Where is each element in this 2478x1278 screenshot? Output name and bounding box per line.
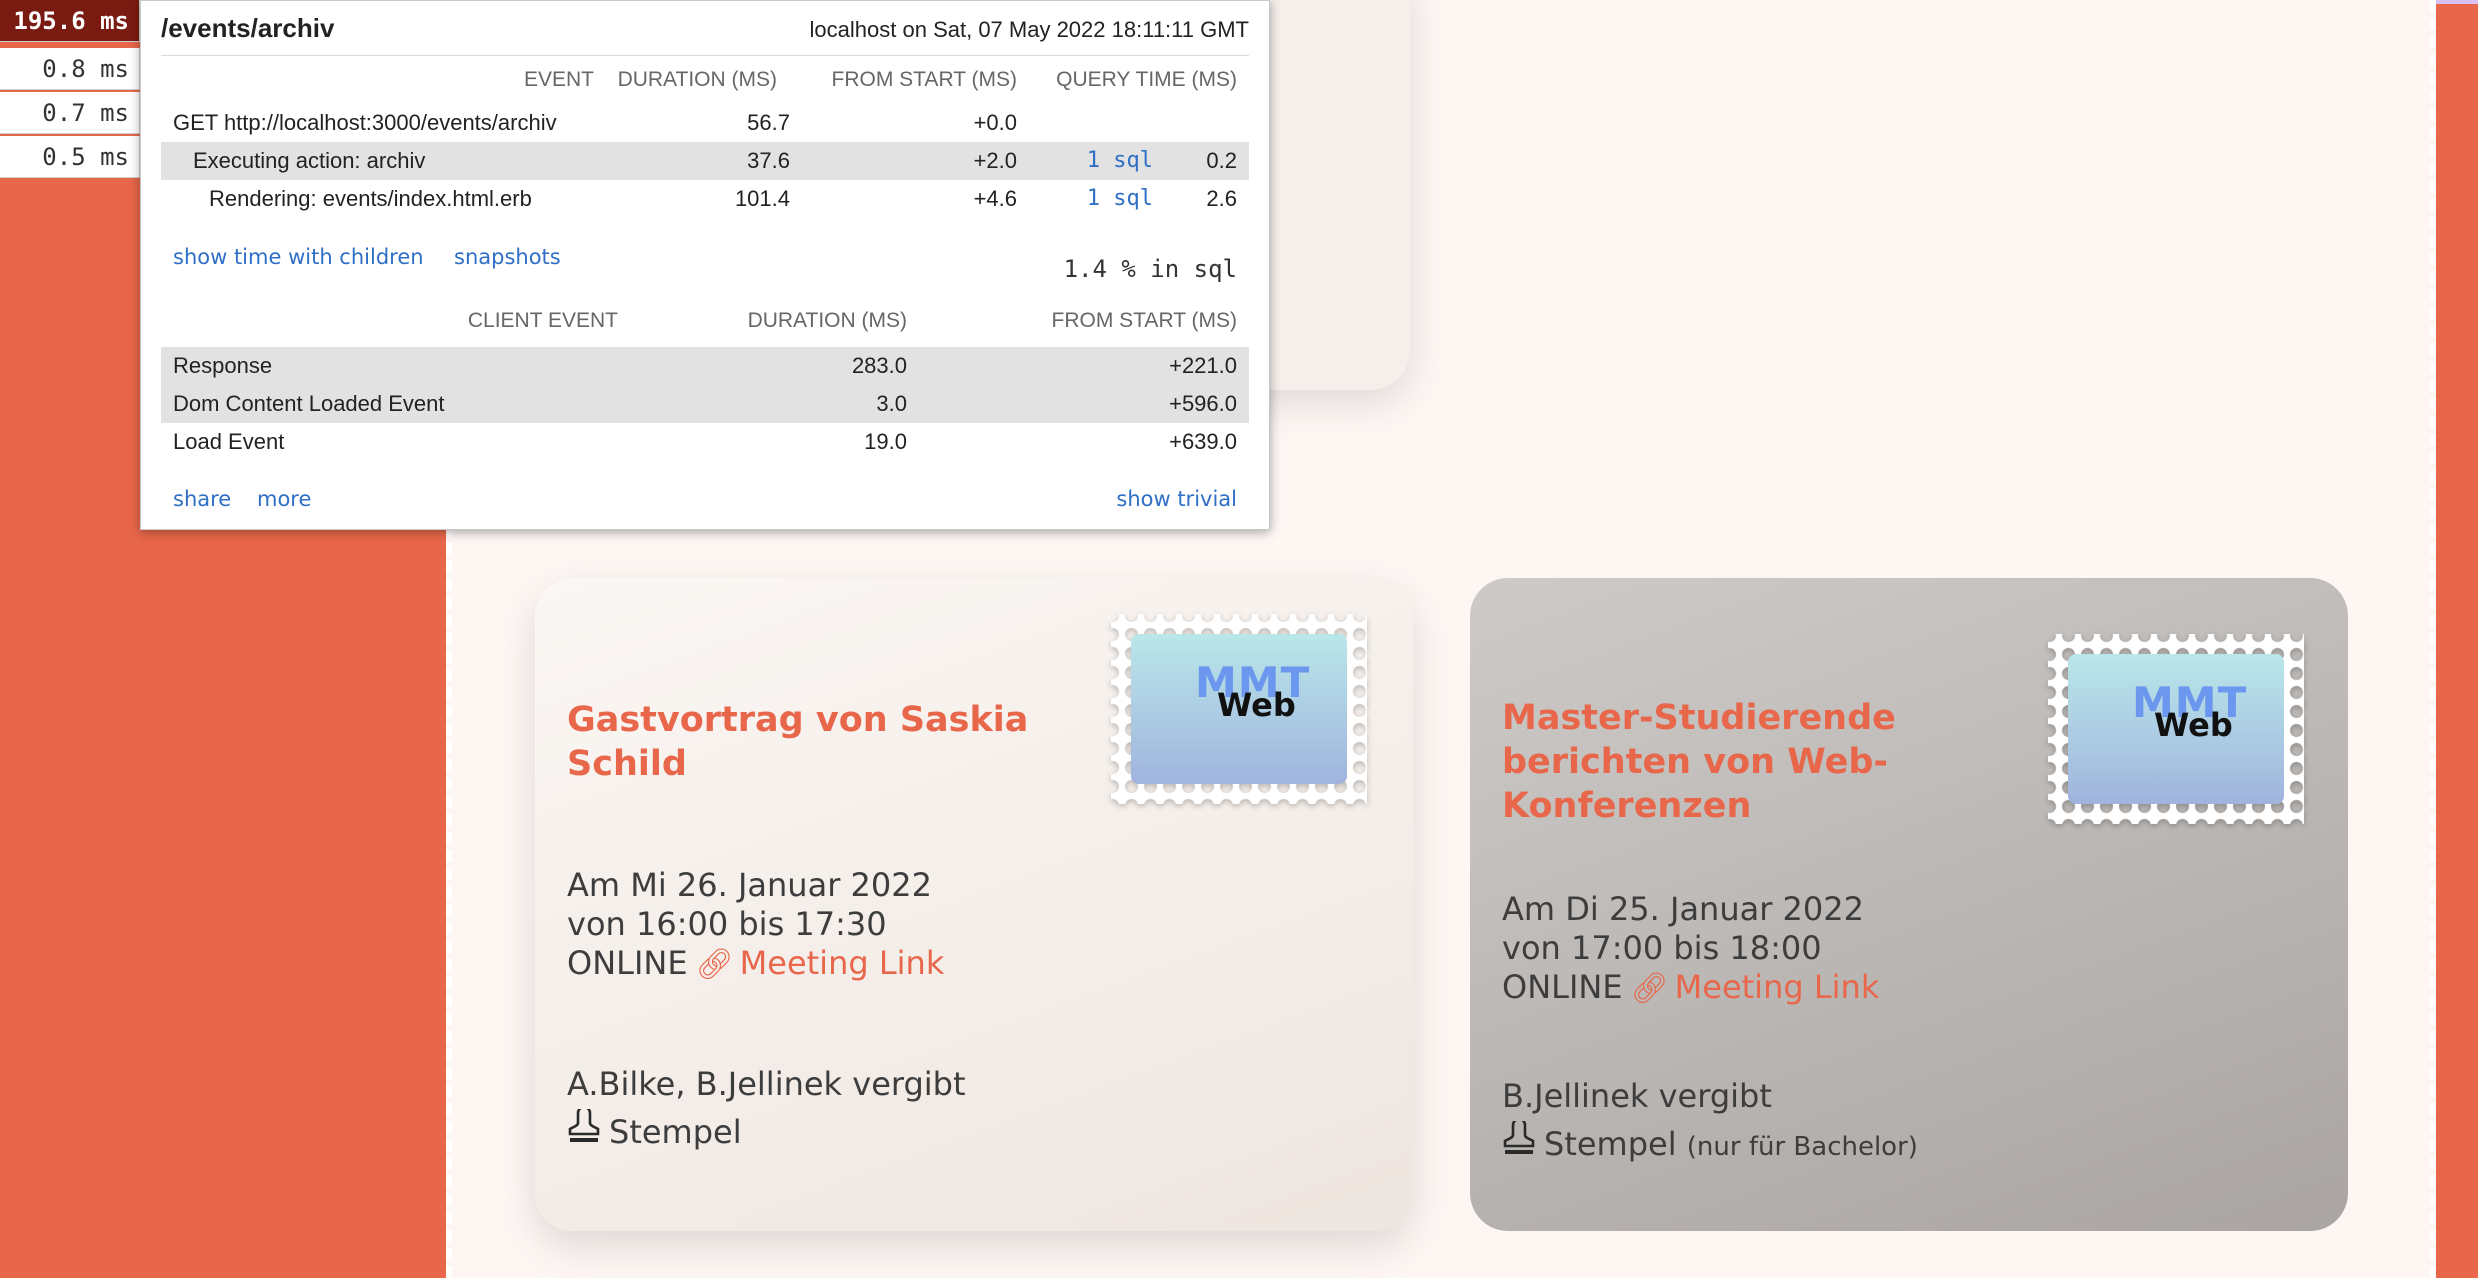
table-row: Executing action: archiv 37.6 +2.0 1 sql… xyxy=(161,142,1249,180)
query-time: 2.6 xyxy=(1206,186,1237,211)
event-date: Am Di 25. Januar 2022 xyxy=(1502,890,1864,928)
stamp-icon xyxy=(1503,1121,1535,1154)
event-card: MMT Web Gastvortrag von Saskia Schild Am… xyxy=(535,578,1413,1231)
share-link[interactable]: share xyxy=(173,487,231,511)
from-start: +596.0 xyxy=(1169,391,1237,416)
profiler-title: /events/archiv xyxy=(161,13,335,43)
column-header: FROM START (MS) xyxy=(1051,309,1238,332)
profiler-badge[interactable]: 0.5 ms xyxy=(0,136,140,178)
from-start: +221.0 xyxy=(1169,353,1237,378)
stamp-image: MMT Web xyxy=(1111,614,1367,804)
table-row: Dom Content Loaded Event 3.0 +596.0 xyxy=(161,385,1249,423)
event-name: Executing action: archiv xyxy=(193,148,426,173)
divider xyxy=(161,55,1249,56)
event-hosts-text: A.Bilke, B.Jellinek vergibt xyxy=(567,1065,966,1103)
event-name: Load Event xyxy=(173,429,285,454)
event-name: Rendering: events/index.html.erb xyxy=(209,186,532,211)
show-trivial-link[interactable]: show trivial xyxy=(1116,487,1237,511)
event-time: von 17:00 bis 18:00 xyxy=(1502,929,1822,967)
server-table-header: EVENT DURATION (MS) FROM START (MS) QUER… xyxy=(161,61,1249,99)
duration: 56.7 xyxy=(747,110,790,135)
mmt-web-logo: MMT Web xyxy=(2068,654,2284,804)
event-location-row: ONLINE 🔗︎ Meeting Link xyxy=(1502,968,1879,1008)
column-header: DURATION (MS) xyxy=(747,309,907,332)
duration: 19.0 xyxy=(864,429,907,454)
profiler-badge-active[interactable]: 195.6 ms xyxy=(0,0,140,42)
column-header: CLIENT EVENT xyxy=(467,309,618,332)
event-title: Master-Studierende berichten von Web-Kon… xyxy=(1502,698,1896,826)
from-start: +2.0 xyxy=(973,148,1017,173)
stamp-icon xyxy=(568,1109,600,1142)
from-start: +0.0 xyxy=(973,110,1017,135)
duration: 3.0 xyxy=(876,391,907,416)
sql-percent: 1.4 % in sql xyxy=(1063,255,1237,283)
sql-link[interactable]: 1 sql xyxy=(1087,180,1153,218)
stamp-label: Stempel xyxy=(609,1113,742,1151)
column-header: EVENT xyxy=(523,68,594,91)
event-info: Am Di 25. Januar 2022 von 17:00 bis 18:0… xyxy=(1502,890,1879,1008)
profiler-badge[interactable]: 0.7 ms xyxy=(0,92,140,134)
event-location: ONLINE xyxy=(567,944,688,982)
query-time: 0.2 xyxy=(1206,148,1237,173)
mmt-web-logo: MMT Web xyxy=(1131,634,1347,784)
duration: 37.6 xyxy=(747,148,790,173)
column-header: QUERY TIME (MS) xyxy=(1056,68,1237,91)
column-header: FROM START (MS) xyxy=(831,68,1018,91)
table-row: GET http://localhost:3000/events/archiv … xyxy=(161,104,1249,142)
meeting-link[interactable]: Meeting Link xyxy=(1675,968,1880,1006)
stamp-row: Stempel xyxy=(567,1108,966,1156)
link-icon: 🔗︎ xyxy=(1630,971,1669,1006)
table-row: Response 283.0 +221.0 xyxy=(161,347,1249,385)
event-hosts: B.Jellinek vergibt Stempel (nur für Bach… xyxy=(1502,1072,1918,1171)
event-name: GET http://localhost:3000/events/archiv xyxy=(173,110,557,135)
logo-web-text: Web xyxy=(2154,706,2233,744)
table-row: Rendering: events/index.html.erb 101.4 +… xyxy=(161,180,1249,218)
sql-link[interactable]: 1 sql xyxy=(1087,142,1153,180)
from-start: +4.6 xyxy=(973,186,1017,211)
stamp-label: Stempel xyxy=(1544,1125,1677,1163)
profiler-panel: /events/archiv localhost on Sat, 07 May … xyxy=(140,0,1270,530)
meeting-link[interactable]: Meeting Link xyxy=(740,944,945,982)
event-hosts-text: B.Jellinek vergibt xyxy=(1502,1077,1772,1115)
client-table-header: CLIENT EVENT DURATION (MS) FROM START (M… xyxy=(161,302,1249,340)
event-card: MMT Web Master-Studierende berichten von… xyxy=(1470,578,2348,1231)
duration: 101.4 xyxy=(734,186,790,211)
profiler-host-info: localhost on Sat, 07 May 2022 18:11:11 G… xyxy=(809,17,1249,42)
event-name: Response xyxy=(173,353,273,378)
event-time: von 16:00 bis 17:30 xyxy=(567,905,887,943)
event-date: Am Mi 26. Januar 2022 xyxy=(567,866,932,904)
from-start: +639.0 xyxy=(1169,429,1237,454)
event-location: ONLINE xyxy=(1502,968,1623,1006)
snapshots-link[interactable]: snapshots xyxy=(454,245,561,269)
event-info: Am Mi 26. Januar 2022 von 16:00 bis 17:3… xyxy=(567,866,944,984)
more-link[interactable]: more xyxy=(257,487,311,511)
event-name: Dom Content Loaded Event xyxy=(173,391,445,416)
show-time-with-children-link[interactable]: show time with children xyxy=(173,245,424,269)
stamp-row: Stempel (nur für Bachelor) xyxy=(1502,1120,1918,1171)
event-title: Gastvortrag von Saskia Schild xyxy=(567,700,1029,784)
link-icon: 🔗︎ xyxy=(695,947,734,982)
profiler-badge[interactable]: 0.8 ms xyxy=(0,48,140,90)
duration: 283.0 xyxy=(851,353,907,378)
stamp-image: MMT Web xyxy=(2048,634,2304,824)
logo-web-text: Web xyxy=(1217,686,1296,724)
event-hosts: A.Bilke, B.Jellinek vergibt Stempel xyxy=(567,1060,966,1156)
stamp-note: (nur für Bachelor) xyxy=(1686,1132,1918,1162)
table-row: Load Event 19.0 +639.0 xyxy=(161,423,1249,461)
column-header: DURATION (MS) xyxy=(617,68,777,91)
event-location-row: ONLINE 🔗︎ Meeting Link xyxy=(567,944,944,984)
